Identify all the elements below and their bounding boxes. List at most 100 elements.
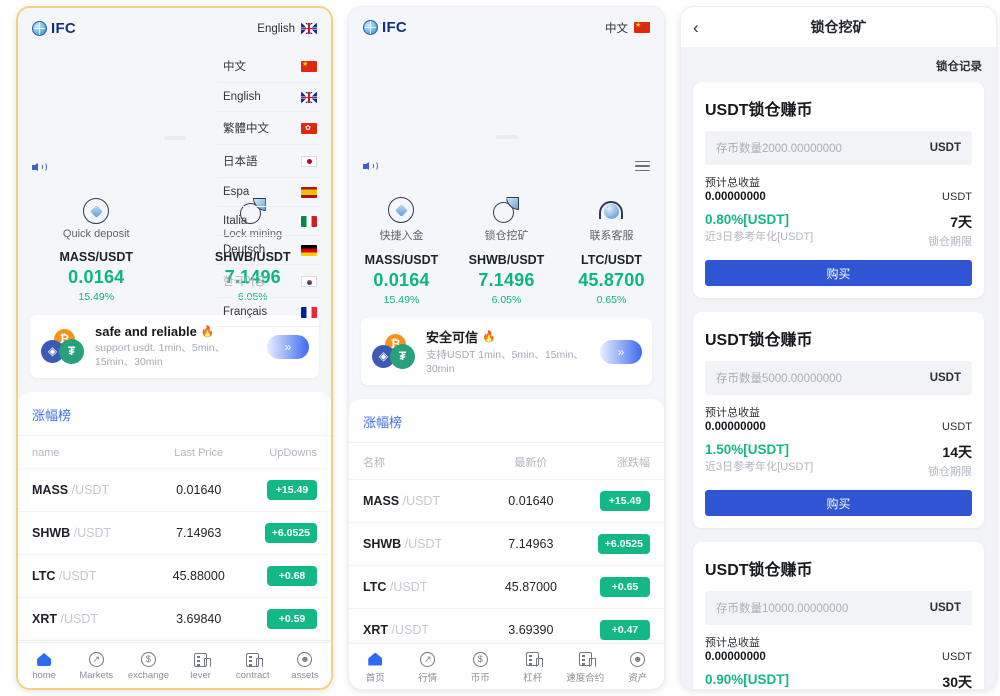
market-heading: 涨幅榜 [18,392,331,437]
table-row[interactable]: SHWB /USDT 7.14963 +6.0525 [349,522,664,565]
flag-uk-icon [301,91,317,103]
quick-action-label: Quick deposit [62,228,130,240]
fire-icon: 🔥 [482,331,496,343]
hero-section: IFC 中文 [349,7,664,187]
deposit-amount-placeholder: 存币数量5000.00000000 [716,373,842,385]
tab-building[interactable]: 杠杆 [507,650,560,684]
hero-section: IFC English 中文 English 繁體中文 [18,8,331,327]
tab-building[interactable]: 速度合约 [559,650,612,684]
language-dropdown-menu[interactable]: 中文 English 繁體中文 日本語 Espa [217,50,321,327]
promo-cta-button[interactable]: » [267,334,309,359]
ticker-pair: MASS/USDT [59,250,134,264]
trend-circle-icon: ↗ [70,650,122,669]
column-header-price: 最新价 [514,457,548,470]
market-symbol: XRT /USDT [32,612,98,627]
ticker-change: 15.49% [78,291,115,303]
deposit-amount-placeholder: 存币数量10000.00000000 [716,603,849,615]
tab-trend-circle[interactable]: ↗ Markets [70,650,122,681]
market-symbol: XRT /USDT [363,623,429,638]
tab-building[interactable]: contract [227,650,279,681]
brand-name: IFC [382,19,408,36]
tab-label: lever [190,670,211,681]
flag-kr-icon [301,275,317,287]
language-option-es[interactable]: Espa [217,178,321,207]
chevron-left-icon[interactable]: ‹ [693,19,699,36]
building-icon [227,650,279,669]
tab-label: 首页 [365,672,385,684]
language-option-it[interactable]: Italia [217,207,321,236]
ticker-price: 0.0164 [373,270,430,290]
hero-controls [349,159,664,173]
deposit-amount-field[interactable]: 存币数量2000.00000000 USDT [705,131,972,165]
bottom-tab-bar: home ↗ Markets $ exchange lever contract ☻ asset… [18,642,331,688]
language-option-label: 繁體中文 [223,123,269,135]
deposit-amount-field[interactable]: 存币数量10000.00000000 USDT [705,591,972,625]
language-option-ko[interactable]: 한국어공 [217,265,321,298]
table-row[interactable]: MASS /USDT 0.01640 +15.49 [349,479,664,522]
ticker-change: 0.65% [596,294,627,306]
estimated-earnings-label: 预计总收益 [705,177,760,189]
tab-trend-circle[interactable]: ↗ 行情 [402,650,455,684]
estimated-earnings-value: 0.00000000 [705,191,766,203]
estimated-earnings-value: 0.00000000 [705,651,766,663]
tab-label: 资产 [628,672,648,684]
tab-home[interactable]: home [18,650,70,681]
table-row[interactable]: MASS /USDT 0.01640 +15.49 [18,468,331,511]
column-header-name: name [32,447,60,460]
language-selector[interactable]: English [257,23,317,35]
deposit-amount-field[interactable]: 存币数量5000.00000000 USDT [705,361,972,395]
announcement-speaker-icon[interactable] [32,160,49,174]
table-row[interactable]: XRT /USDT 3.69840 +0.59 [18,597,331,640]
promo-cta-button[interactable]: » [600,339,642,364]
tether-icon: ₮ [390,343,415,369]
flag-hk-icon [301,122,317,134]
lock-mining-card-list[interactable]: USDT锁仓赚币 存币数量2000.00000000 USDT 预计总收益 0.0000… [681,82,996,689]
tab-building[interactable]: lever [175,650,227,681]
language-option-zh[interactable]: 中文 [217,50,321,83]
language-option-ja[interactable]: 日本語 [217,145,321,178]
quick-action-lock-mining[interactable]: 锁仓挖矿 SHWB/USDT 7.1496 6.05% [454,195,559,306]
quick-action-customer-service[interactable]: 联系客服 LTC/USDT 45.8700 0.65% [559,195,664,306]
market-quote: /USDT [402,494,441,509]
tab-user-circle[interactable]: ☻ assets [279,650,331,681]
tab-home[interactable]: 首页 [349,650,402,684]
market-last-price: 45.87000 [504,580,557,595]
apr-label: 近3日参考年化[USDT] [705,461,814,473]
lock-records-link[interactable]: 锁仓记录 [936,61,982,73]
user-circle-icon: ☻ [279,650,331,669]
language-option-zh-hant[interactable]: 繁體中文 [217,112,321,145]
promo-banner[interactable]: ₿ ◈ ₮ 安全可信 🔥 支持USDT 1min、5min、15min、30mi… [361,318,652,386]
language-option-de[interactable]: Deutsch [217,236,321,265]
buy-button[interactable]: 购买 [705,490,972,516]
table-row[interactable]: LTC /USDT 45.87000 +0.65 [349,565,664,608]
menu-icon[interactable] [635,160,650,172]
table-header: name Last Price UpDowns [18,436,331,468]
tab-dollar-circle[interactable]: $ exchange [122,650,174,681]
column-header-price: Last Price [174,447,224,460]
announcement-speaker-icon[interactable] [363,159,380,173]
ticker-pair: SHWB/USDT [468,253,545,267]
user-circle-icon: ☻ [612,650,665,669]
tab-user-circle[interactable]: ☻ 资产 [612,650,665,684]
market-change-badge: +15.49 [599,491,650,512]
carousel-indicator [495,135,518,139]
table-row[interactable]: SHWB /USDT 7.14963 +6.0525 [18,511,331,554]
lock-mining-card: USDT锁仓赚币 存币数量5000.00000000 USDT 预计总收益 0.0000… [693,312,984,528]
market-change-badge: +0.68 [266,566,317,587]
language-selector[interactable]: 中文 [605,20,650,36]
market-last-price: 7.14963 [508,537,554,552]
table-row[interactable]: LTC /USDT 45.88000 +0.68 [18,554,331,597]
estimated-earnings-value: 0.00000000 [705,421,766,433]
language-option-en[interactable]: English [217,83,321,112]
market-quote: /USDT [60,612,98,627]
quick-action-quick-deposit[interactable]: 快捷入金 MASS/USDT 0.0164 15.49% [349,195,454,306]
apr-label: 近3日参考年化[USDT] [705,688,813,689]
language-option-fr[interactable]: Français [217,298,321,327]
page-title: 锁仓挖矿 [810,19,867,35]
dollar-circle-icon: $ [122,650,174,669]
buy-button[interactable]: 购买 [705,260,972,286]
quick-action-quick-deposit[interactable]: Quick deposit MASS/USDT 0.0164 15.49% [18,196,175,303]
market-quote: /USDT [389,580,428,595]
tab-label: 币币 [470,672,490,684]
tab-dollar-circle[interactable]: $ 币币 [454,650,507,684]
